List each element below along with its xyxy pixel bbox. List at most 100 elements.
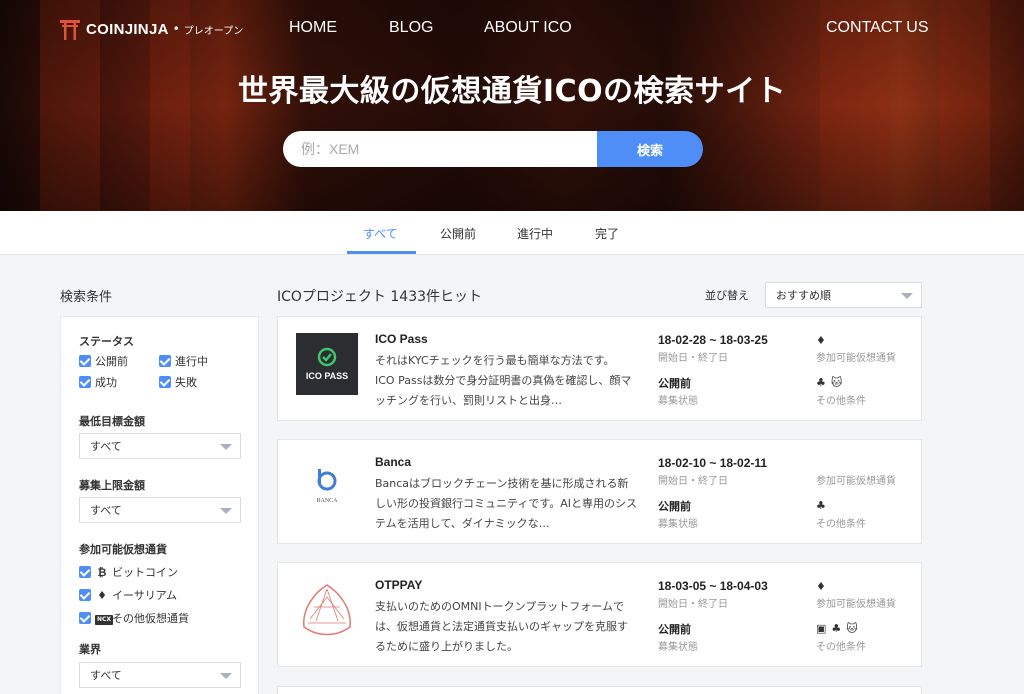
site-logo[interactable]: COINJINJA • プレオープン — [60, 18, 243, 40]
chevron-down-icon — [220, 444, 232, 450]
ethereum-icon: ♦ — [97, 588, 107, 602]
other-caption: その他条件 — [816, 396, 866, 407]
period-caption: 開始日・終了日 — [658, 353, 728, 364]
tab-all[interactable]: すべて — [363, 225, 398, 242]
svg-text:ICO PASS: ICO PASS — [306, 371, 348, 381]
status-checkbox-ongoing[interactable]: 進行中 — [159, 353, 208, 369]
select-value: すべて — [90, 440, 122, 453]
currency-caption: 参加可能仮想通貨 — [816, 599, 896, 610]
checkbox-checked-icon — [79, 566, 91, 578]
search-input[interactable]: 例：XEM — [283, 131, 598, 167]
sidebar-title: 検索条件 — [60, 290, 113, 305]
nav-home[interactable]: HOME — [289, 19, 337, 37]
period-caption: 開始日・終了日 — [658, 476, 728, 487]
status-checkbox-upcoming[interactable]: 公開前 — [79, 353, 128, 369]
chevron-down-icon — [220, 508, 232, 514]
min-target-select[interactable]: すべて — [79, 433, 241, 459]
currency-checkbox-ethereum[interactable]: ♦ イーサリアム — [79, 587, 177, 603]
checkbox-label: 進行中 — [175, 355, 208, 368]
other-caption: その他条件 — [816, 642, 866, 653]
max-cap-select[interactable]: すべて — [79, 497, 241, 523]
project-status: 公開前 — [658, 500, 691, 513]
industry-select[interactable]: すべて — [79, 662, 241, 688]
hero-banner: COINJINJA • プレオープン HOME BLOG ABOUT ICO C… — [0, 0, 1024, 211]
checkbox-label: 失敗 — [175, 376, 197, 389]
project-status: 公開前 — [658, 377, 691, 390]
search-button[interactable]: 検索 — [597, 131, 703, 167]
project-description: それはKYCチェックを行う最も簡単な方法です。 ICO Passは数分で身分証明… — [375, 354, 632, 407]
status-filter-label: ステータス — [79, 335, 134, 348]
team-icon: ♣ — [816, 376, 826, 389]
min-target-label: 最低目標金額 — [79, 415, 145, 428]
nav-blog[interactable]: BLOG — [389, 19, 433, 37]
project-logo: ICO PASS — [296, 333, 358, 395]
project-description: Bancaはブロックチェーン技術を基に形成される新しい形の投資銀行コミュニティで… — [375, 477, 637, 530]
team-icon: ♣ — [816, 499, 826, 512]
select-value: すべて — [90, 504, 122, 517]
currency-filter-label: 参加可能仮想通貨 — [79, 543, 167, 556]
nav-about-ico[interactable]: ABOUT ICO — [484, 19, 572, 37]
checkbox-checked-icon — [159, 355, 171, 367]
project-card[interactable]: ICO PASS ICO Pass それはKYCチェックを行う最も簡単な方法です… — [277, 316, 922, 421]
project-logo — [296, 579, 358, 641]
sort-select[interactable]: おすすめ順 — [765, 282, 922, 308]
tab-upcoming[interactable]: 公開前 — [440, 225, 476, 242]
bitcoin-icon: ₿ — [97, 565, 107, 579]
github-icon: 🐱 — [830, 376, 843, 389]
checkbox-label: その他仮想通貨 — [112, 612, 189, 625]
project-name[interactable]: Banca — [375, 455, 411, 469]
checkbox-label: ビットコイン — [112, 566, 178, 579]
status-caption: 募集状態 — [658, 396, 698, 407]
checkbox-checked-icon — [79, 355, 91, 367]
ico-pass-logo-icon: ICO PASS — [306, 347, 348, 381]
status-checkbox-failed[interactable]: 失敗 — [159, 374, 197, 390]
project-dates: 18-03-05 ~ 18-04-03 — [658, 579, 768, 593]
checkbox-checked-icon — [79, 612, 91, 624]
status-tabs: すべて 公開前 進行中 完了 — [0, 211, 1024, 255]
select-value: すべて — [90, 669, 122, 682]
svg-text:BANCA: BANCA — [316, 498, 338, 504]
project-name[interactable]: OTPPAY — [375, 578, 422, 592]
condition-icons: ♣ 🐱 — [816, 376, 842, 389]
currency-icons: ♦ — [816, 580, 826, 593]
max-cap-label: 募集上限金額 — [79, 479, 145, 492]
project-logo: BANCA — [296, 456, 358, 518]
currency-checkbox-bitcoin[interactable]: ₿ ビットコイン — [79, 564, 178, 580]
checkbox-checked-icon — [159, 376, 171, 388]
brand-subtitle: プレオープン — [183, 25, 244, 37]
status-checkbox-success[interactable]: 成功 — [79, 374, 117, 390]
project-status: 公開前 — [658, 623, 691, 636]
brand-separator: • — [172, 22, 180, 36]
status-caption: 募集状態 — [658, 519, 698, 530]
checkbox-label: 公開前 — [95, 355, 128, 368]
checkbox-label: 成功 — [95, 376, 117, 389]
project-name[interactable]: ICO Pass — [375, 332, 428, 346]
currency-caption: 参加可能仮想通貨 — [816, 476, 896, 487]
condition-icons: ♣ — [816, 499, 826, 512]
project-card-partial[interactable] — [277, 686, 922, 694]
chevron-down-icon — [220, 673, 232, 679]
project-card[interactable]: BANCA Banca Bancaはブロックチェーン技術を基に形成される新しい形… — [277, 439, 922, 544]
industry-label: 業界 — [79, 643, 101, 656]
ncx-icon: NCX — [95, 615, 114, 625]
nav-contact-us[interactable]: CONTACT US — [826, 19, 929, 37]
other-caption: その他条件 — [816, 519, 866, 530]
banca-logo-icon: BANCA — [316, 469, 338, 504]
result-count: ICOプロジェクト 1433件ヒット — [277, 289, 483, 305]
select-value: おすすめ順 — [776, 289, 831, 302]
hero-title: 世界最大級の仮想通貨ICOの検索サイト — [237, 74, 787, 109]
video-icon: ▣ — [816, 622, 827, 635]
ethereum-icon: ♦ — [816, 580, 826, 593]
status-caption: 募集状態 — [658, 642, 698, 653]
ethereum-icon: ♦ — [816, 334, 826, 347]
sort-label: 並び替え — [705, 289, 749, 302]
currency-caption: 参加可能仮想通貨 — [816, 353, 896, 364]
torii-logo-icon — [60, 20, 80, 40]
otppay-logo-icon — [303, 584, 351, 636]
project-card[interactable]: OTPPAY 支払いのためのOMNIトークンプラットフォームでは、仮想通貨と法定… — [277, 562, 922, 667]
currency-checkbox-other[interactable]: NCX その他仮想通貨 — [79, 610, 189, 626]
condition-icons: ▣ ♣ 🐱 — [816, 622, 858, 635]
project-description: 支払いのためのOMNIトークンプラットフォームでは、仮想通貨と法定通貨支払いのギ… — [375, 600, 628, 653]
tab-completed[interactable]: 完了 — [595, 225, 619, 242]
tab-ongoing[interactable]: 進行中 — [517, 225, 553, 242]
